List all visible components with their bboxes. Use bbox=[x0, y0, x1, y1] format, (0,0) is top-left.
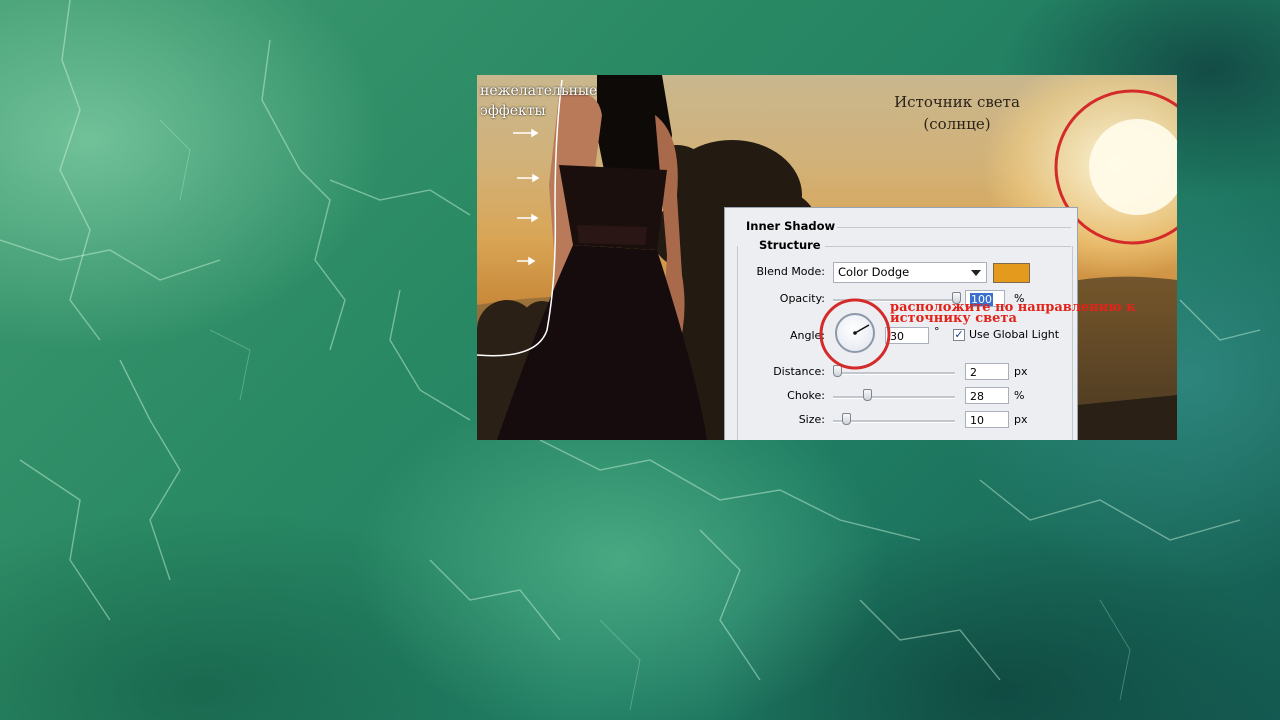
size-unit: px bbox=[1014, 413, 1028, 426]
use-global-light-checkbox[interactable]: ✓ bbox=[953, 329, 965, 341]
sun bbox=[1089, 119, 1177, 215]
angle-unit: ° bbox=[934, 325, 940, 338]
choke-label: Choke: bbox=[787, 389, 825, 402]
light-source-label: Источник света (солнце) bbox=[882, 91, 1032, 135]
unwanted-effects-line2: эффекты bbox=[480, 103, 546, 119]
distance-input[interactable]: 2 bbox=[965, 363, 1009, 380]
choke-input[interactable]: 28 bbox=[965, 387, 1009, 404]
light-source-line2: (солнце) bbox=[923, 115, 991, 133]
use-global-light-label: Use Global Light bbox=[969, 328, 1060, 341]
angle-label: Angle: bbox=[789, 329, 825, 342]
size-label: Size: bbox=[798, 413, 825, 426]
choke-slider-track[interactable] bbox=[833, 396, 955, 399]
choke-unit: % bbox=[1014, 389, 1025, 402]
arrows bbox=[513, 128, 540, 266]
light-source-line1: Источник света bbox=[894, 93, 1020, 111]
blend-mode-label: Blend Mode: bbox=[756, 265, 826, 278]
blend-mode-select[interactable]: Color Dodge bbox=[833, 262, 987, 283]
distance-unit: px bbox=[1014, 365, 1028, 378]
tutorial-image: нежелательные эффекты Источник света (со… bbox=[477, 75, 1177, 440]
unwanted-effects-line1: нежелательные bbox=[480, 83, 598, 99]
distance-slider-track[interactable] bbox=[833, 372, 955, 375]
angle-dial[interactable] bbox=[835, 313, 875, 353]
choke-slider-thumb[interactable] bbox=[863, 389, 872, 401]
size-input[interactable]: 10 bbox=[965, 411, 1009, 428]
divider bbox=[837, 227, 1071, 228]
unwanted-effects-note: нежелательные эффекты bbox=[480, 81, 597, 121]
size-slider-thumb[interactable] bbox=[842, 413, 851, 425]
shadow-color-swatch[interactable] bbox=[993, 263, 1030, 283]
distance-label: Distance: bbox=[773, 365, 825, 378]
angle-input[interactable]: 30 bbox=[885, 327, 929, 344]
direction-annotation: расположите по направлению к источнику с… bbox=[890, 301, 1177, 325]
panel-title: Inner Shadow bbox=[746, 219, 836, 233]
distance-slider-thumb[interactable] bbox=[833, 365, 842, 377]
opacity-label: Opacity: bbox=[779, 292, 825, 305]
size-slider-track[interactable] bbox=[833, 420, 955, 423]
chevron-down-icon bbox=[971, 270, 981, 276]
blend-mode-value: Color Dodge bbox=[838, 265, 910, 279]
